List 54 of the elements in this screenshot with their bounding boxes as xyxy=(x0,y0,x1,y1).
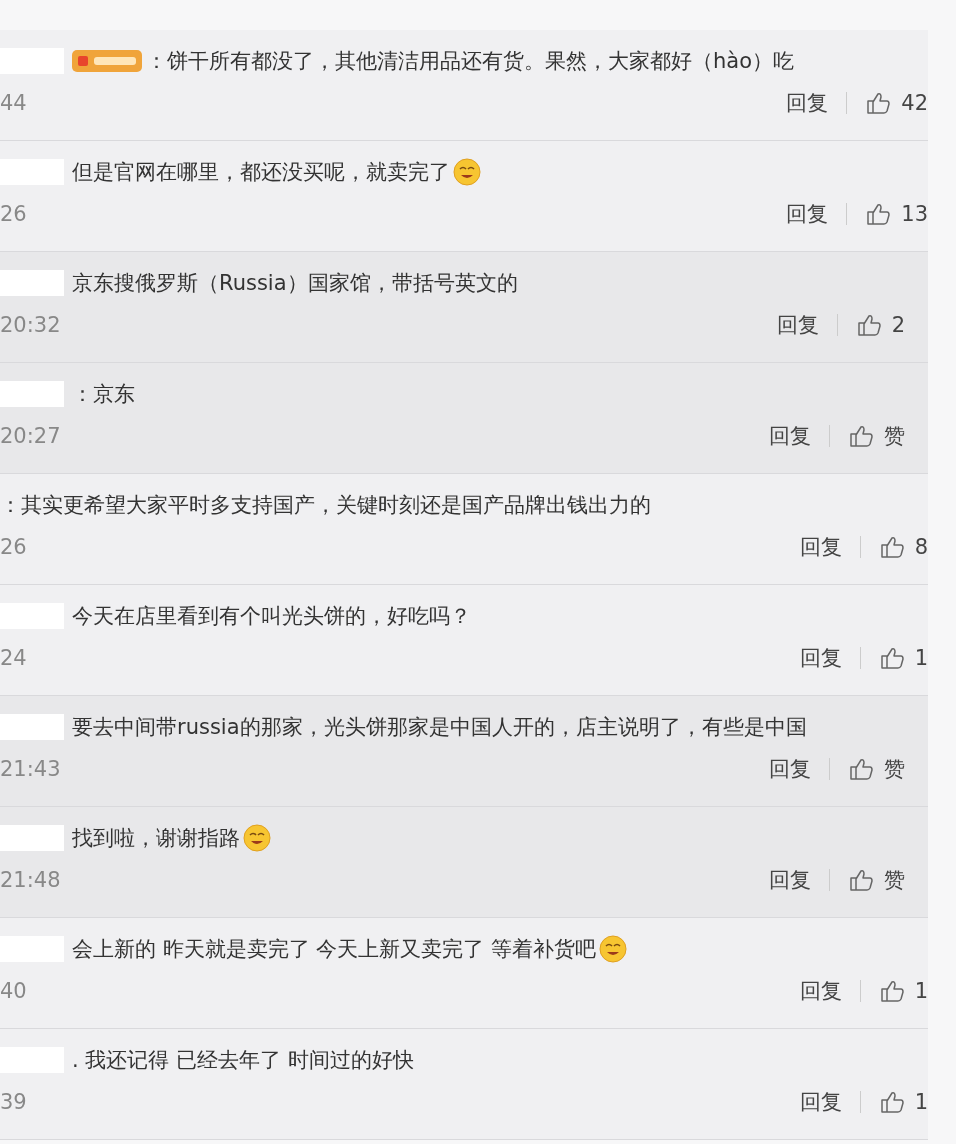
like-button[interactable]: 2 xyxy=(855,312,905,338)
comment-time: 40 xyxy=(0,979,27,1003)
reply-button[interactable]: 回复 xyxy=(786,200,829,228)
like-button[interactable]: 1 xyxy=(878,645,928,671)
reply-button[interactable]: 回复 xyxy=(799,533,842,561)
thumbs-up-icon xyxy=(865,90,892,116)
reply-button[interactable]: 回复 xyxy=(769,422,811,450)
thumbs-up-icon xyxy=(865,201,892,227)
reply-button[interactable]: 回复 xyxy=(799,1088,842,1116)
emoji-icon xyxy=(452,157,482,187)
like-button[interactable]: 赞 xyxy=(848,422,905,450)
comment-time: 24 xyxy=(0,646,27,670)
like-button[interactable]: 1 xyxy=(878,1089,928,1115)
thumbs-up-icon xyxy=(878,645,905,671)
comment-time: 26 xyxy=(0,535,27,559)
comment-text: ：饼干所有都没了，其他清洁用品还有货。果然，大家都好（hào）吃 xyxy=(146,48,795,75)
reply-button[interactable]: 回复 xyxy=(769,866,811,894)
like-button[interactable]: 1 xyxy=(878,978,928,1004)
comment-text: ：其实更希望大家平时多支持国产，关键时刻还是国产品牌出钱出力的 xyxy=(0,492,651,519)
comment-time: 20:32 xyxy=(0,313,61,337)
like-button[interactable]: 赞 xyxy=(848,866,905,894)
like-button[interactable]: 13 xyxy=(865,201,928,227)
comment-text: ：京东 xyxy=(72,381,135,408)
badge-icon xyxy=(72,48,142,74)
thumbs-up-icon xyxy=(855,312,882,338)
like-button[interactable]: 赞 xyxy=(848,755,905,783)
comment-text: . 我还记得 已经去年了 时间过的好快 xyxy=(72,1047,414,1074)
comment-text: 但是官网在哪里，都还没买呢，就卖完了 xyxy=(72,159,450,186)
like-button[interactable]: 8 xyxy=(878,534,928,560)
comment-text: 找到啦，谢谢指路 xyxy=(72,825,240,852)
thumbs-up-icon xyxy=(878,1089,905,1115)
comment-text: 京东搜俄罗斯（Russia）国家馆，带括号英文的 xyxy=(72,270,518,297)
comment-time: 39 xyxy=(0,1090,27,1114)
comment-time: 44 xyxy=(0,91,27,115)
emoji-icon xyxy=(242,823,272,853)
comment-time: 21:43 xyxy=(0,757,61,781)
thumbs-up-icon xyxy=(878,978,905,1004)
reply-button[interactable]: 回复 xyxy=(769,755,811,783)
comment-time: 26 xyxy=(0,202,27,226)
comment-text: 今天在店里看到有个叫光头饼的，好吃吗？ xyxy=(72,603,471,630)
reply-button[interactable]: 回复 xyxy=(776,311,819,339)
reply-button[interactable]: 回复 xyxy=(799,977,842,1005)
thumbs-up-icon xyxy=(848,423,874,449)
reply-button[interactable]: 回复 xyxy=(786,89,829,117)
thumbs-up-icon xyxy=(848,756,874,782)
thumbs-up-icon xyxy=(848,867,874,893)
comment-text: 会上新的 昨天就是卖完了 今天上新又卖完了 等着补货吧 xyxy=(72,936,597,963)
thumbs-up-icon xyxy=(878,534,905,560)
emoji-icon xyxy=(598,934,629,964)
reply-button[interactable]: 回复 xyxy=(799,644,842,672)
comment-text: 要去中间带russia的那家，光头饼那家是中国人开的，店主说明了，有些是中国 xyxy=(72,714,807,741)
like-button[interactable]: 42 xyxy=(865,90,928,116)
comment-time: 21:48 xyxy=(0,868,61,892)
comment-time: 20:27 xyxy=(0,424,61,448)
